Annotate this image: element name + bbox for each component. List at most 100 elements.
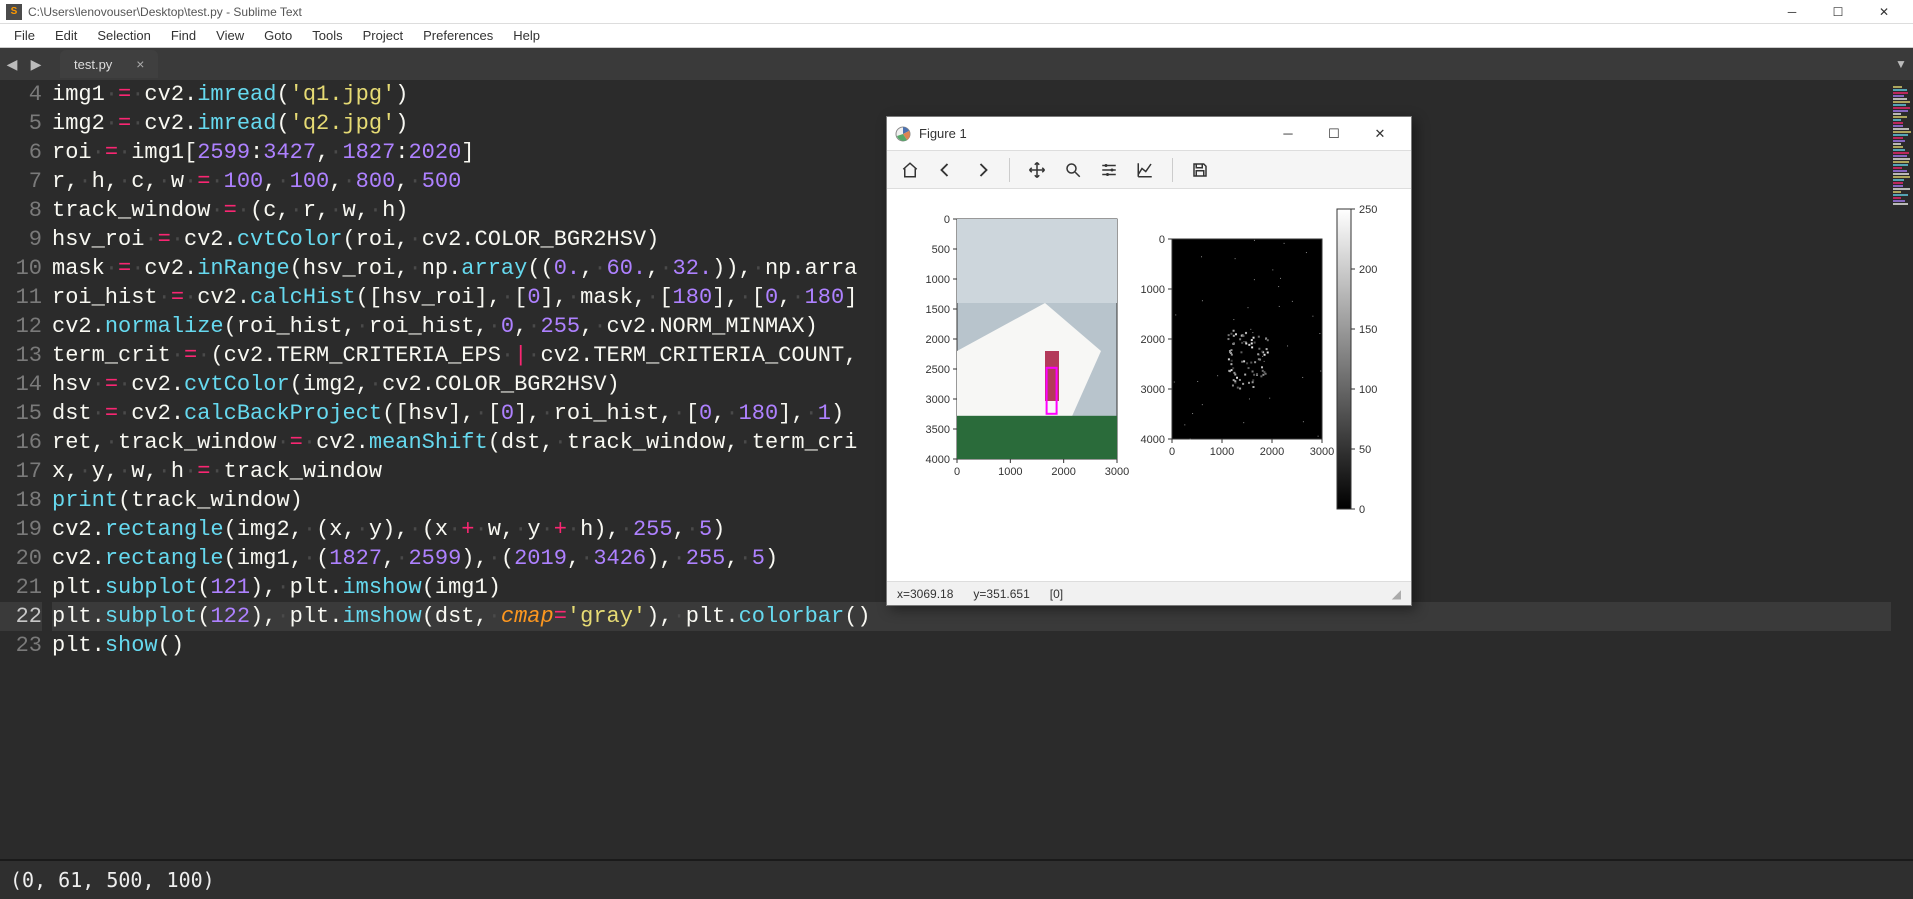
figure-toolbar <box>887 151 1411 189</box>
menu-selection[interactable]: Selection <box>87 26 160 45</box>
svg-text:250: 250 <box>1359 204 1377 216</box>
figure-maximize-button[interactable]: ☐ <box>1311 119 1357 149</box>
line-number: 22 <box>0 602 42 631</box>
svg-text:1000: 1000 <box>926 274 950 286</box>
svg-text:200: 200 <box>1359 264 1377 276</box>
svg-text:0: 0 <box>1159 234 1165 246</box>
figure-close-button[interactable]: ✕ <box>1357 119 1403 149</box>
svg-text:500: 500 <box>932 244 950 256</box>
minimize-button[interactable]: ─ <box>1769 0 1815 24</box>
figure-statusbar: x=3069.18 y=351.651 [0] ◢ <box>887 581 1411 605</box>
svg-text:1000: 1000 <box>1141 284 1165 296</box>
svg-text:2000: 2000 <box>1141 334 1165 346</box>
sublime-app-icon: S <box>6 4 22 20</box>
toolbar-separator <box>1009 158 1010 182</box>
svg-text:50: 50 <box>1359 444 1371 456</box>
svg-text:150: 150 <box>1359 324 1377 336</box>
menu-goto[interactable]: Goto <box>254 26 302 45</box>
zoom-button[interactable] <box>1058 155 1088 185</box>
console-output-text: (0, 61, 500, 100) <box>10 868 215 892</box>
svg-text:2500: 2500 <box>926 364 950 376</box>
menu-bar: FileEditSelectionFindViewGotoToolsProjec… <box>0 24 1913 48</box>
output-panel: (0, 61, 500, 100) <box>0 859 1913 899</box>
svg-text:1000: 1000 <box>998 466 1022 478</box>
line-number: 15 <box>0 399 42 428</box>
close-button[interactable]: ✕ <box>1861 0 1907 24</box>
line-number: 6 <box>0 138 42 167</box>
menu-file[interactable]: File <box>4 26 45 45</box>
line-number-gutter: 4567891011121314151617181920212223 <box>0 80 52 859</box>
line-number: 8 <box>0 196 42 225</box>
menu-preferences[interactable]: Preferences <box>413 26 503 45</box>
menu-tools[interactable]: Tools <box>302 26 352 45</box>
line-number: 13 <box>0 341 42 370</box>
edit-axis-button[interactable] <box>1130 155 1160 185</box>
svg-text:2000: 2000 <box>1260 446 1284 458</box>
home-button[interactable] <box>895 155 925 185</box>
svg-text:2000: 2000 <box>926 334 950 346</box>
sublime-titlebar: S C:\Users\lenovouser\Desktop\test.py - … <box>0 0 1913 24</box>
tab-label: test.py <box>74 57 112 72</box>
figure-minimize-button[interactable]: ─ <box>1265 119 1311 149</box>
line-number: 17 <box>0 457 42 486</box>
line-number: 18 <box>0 486 42 515</box>
svg-text:0: 0 <box>954 466 960 478</box>
save-figure-button[interactable] <box>1185 155 1215 185</box>
menu-project[interactable]: Project <box>353 26 413 45</box>
menu-edit[interactable]: Edit <box>45 26 87 45</box>
line-number: 10 <box>0 254 42 283</box>
configure-subplots-button[interactable] <box>1094 155 1124 185</box>
line-number: 4 <box>0 80 42 109</box>
svg-text:0: 0 <box>1169 446 1175 458</box>
toolbar-separator <box>1172 158 1173 182</box>
minimap[interactable] <box>1891 80 1913 859</box>
pan-button[interactable] <box>1022 155 1052 185</box>
status-value: [0] <box>1050 587 1063 601</box>
code-line[interactable]: plt.subplot(122),·plt.imshow(dst,·cmap='… <box>52 602 1891 631</box>
line-number: 16 <box>0 428 42 457</box>
maximize-button[interactable]: ☐ <box>1815 0 1861 24</box>
menu-help[interactable]: Help <box>503 26 550 45</box>
svg-text:2000: 2000 <box>1051 466 1075 478</box>
line-number: 19 <box>0 515 42 544</box>
svg-text:3500: 3500 <box>926 424 950 436</box>
svg-text:100: 100 <box>1359 384 1377 396</box>
svg-text:1000: 1000 <box>1210 446 1234 458</box>
figure-titlebar[interactable]: Figure 1 ─ ☐ ✕ <box>887 117 1411 151</box>
matplotlib-icon <box>895 126 911 142</box>
figure-canvas[interactable]: 0500100015002000250030003500400001000200… <box>887 189 1411 581</box>
line-number: 21 <box>0 573 42 602</box>
code-line[interactable]: img1·=·cv2.imread('q1.jpg') <box>52 80 1891 109</box>
svg-text:4000: 4000 <box>926 454 950 466</box>
status-y: y=351.651 <box>973 587 1029 601</box>
tab-overflow-button[interactable]: ▼ <box>1889 48 1913 80</box>
svg-text:4000: 4000 <box>1141 434 1165 446</box>
svg-text:3000: 3000 <box>1141 384 1165 396</box>
resize-grip-icon[interactable]: ◢ <box>1392 587 1401 601</box>
tab-close-icon[interactable]: × <box>136 56 144 72</box>
svg-text:1500: 1500 <box>926 304 950 316</box>
menu-view[interactable]: View <box>206 26 254 45</box>
history-forward-button[interactable]: ▶ <box>24 48 48 80</box>
menu-find[interactable]: Find <box>161 26 206 45</box>
figure-window[interactable]: Figure 1 ─ ☐ ✕ 0500100015002000250030003… <box>886 116 1412 606</box>
line-number: 23 <box>0 631 42 660</box>
svg-text:0: 0 <box>1359 504 1365 516</box>
svg-text:3000: 3000 <box>926 394 950 406</box>
code-line[interactable]: plt.show() <box>52 631 1891 660</box>
history-back-button[interactable]: ◀ <box>0 48 24 80</box>
status-x: x=3069.18 <box>897 587 953 601</box>
tab-bar: ◀ ▶ test.py × ▼ <box>0 48 1913 80</box>
forward-button[interactable] <box>967 155 997 185</box>
line-number: 20 <box>0 544 42 573</box>
line-number: 11 <box>0 283 42 312</box>
line-number: 9 <box>0 225 42 254</box>
back-button[interactable] <box>931 155 961 185</box>
tab-test-py[interactable]: test.py × <box>60 50 158 78</box>
line-number: 14 <box>0 370 42 399</box>
line-number: 5 <box>0 109 42 138</box>
line-number: 7 <box>0 167 42 196</box>
figure-title: Figure 1 <box>919 126 1265 141</box>
svg-text:3000: 3000 <box>1310 446 1334 458</box>
window-title: C:\Users\lenovouser\Desktop\test.py - Su… <box>28 5 1769 19</box>
